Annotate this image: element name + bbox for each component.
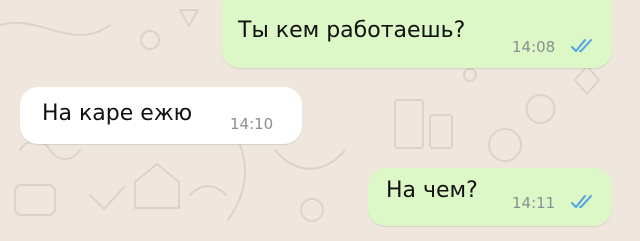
message-bubble-outgoing[interactable]: На чем? 14:11 <box>368 168 612 226</box>
message-time: 14:11 <box>512 194 556 212</box>
message-text: На чем? <box>386 178 478 203</box>
message-text: Ты кем работаешь? <box>238 18 466 43</box>
double-check-icon <box>571 39 592 52</box>
message-time: 14:10 <box>230 115 274 133</box>
message-bubble-outgoing[interactable]: Ты кем работаешь? 14:08 <box>222 0 612 68</box>
message-time: 14:08 <box>512 38 556 56</box>
message-bubble-incoming[interactable]: На каре ежю 14:10 <box>20 87 302 144</box>
message-text: На каре ежю <box>42 101 193 126</box>
double-check-icon <box>571 195 592 208</box>
